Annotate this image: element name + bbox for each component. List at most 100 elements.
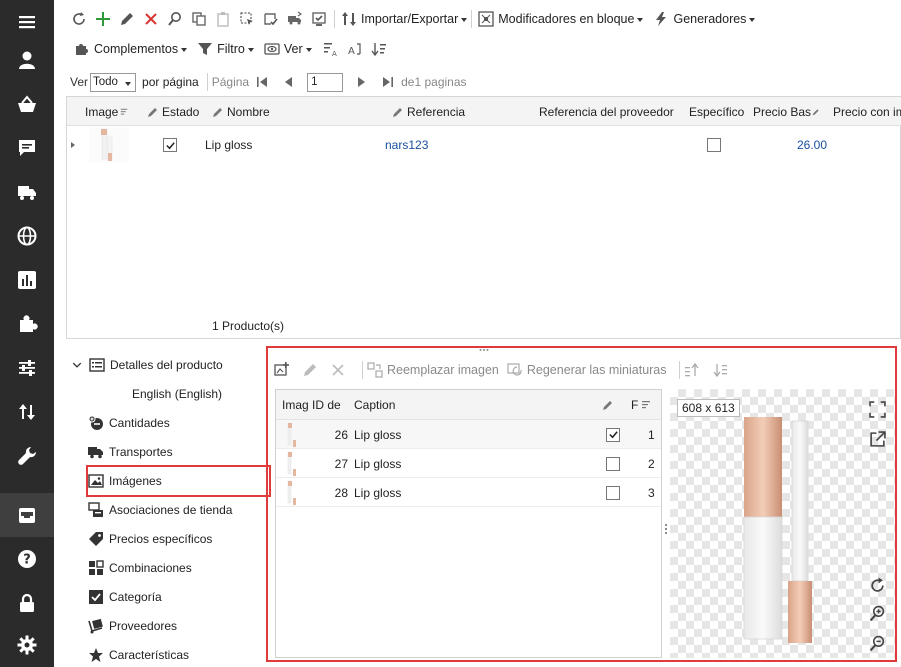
filter-menu[interactable]: Filtro [197,41,254,57]
product-name: Lip gloss [205,138,253,152]
col-id[interactable]: ID de [312,390,346,420]
especifico-checkbox[interactable] [707,126,723,164]
select-icon[interactable] [236,8,258,30]
basket-icon[interactable] [0,82,54,126]
inbox-icon[interactable] [0,493,54,537]
search-icon[interactable] [164,8,186,30]
col-caption-label: Caption [354,398,396,412]
estado-checkbox[interactable] [163,126,179,164]
truck-swap-icon[interactable] [284,8,306,30]
approve-icon[interactable] [308,8,330,30]
tree-item-english[interactable]: English (English) [132,379,222,408]
quantity-icon [88,415,103,430]
delete-image-icon[interactable] [330,362,350,378]
check-list-icon[interactable] [260,8,282,30]
pencil-icon[interactable] [116,8,138,30]
sliders-icon[interactable] [0,346,54,390]
tree-item-proveedores[interactable]: Proveedores [88,611,177,640]
move-up-icon[interactable] [684,362,704,378]
lock-icon[interactable] [0,581,54,625]
add-image-icon[interactable] [274,362,294,378]
image-caption[interactable]: Lip gloss [354,449,474,478]
prev-page-icon[interactable] [281,75,295,89]
addons-menu[interactable]: Complementos [74,41,188,57]
tree-item-transportes[interactable]: Transportes [88,437,173,466]
col-position[interactable]: F [631,390,659,420]
col-caption[interactable]: Caption [354,390,454,420]
zoom-out-icon[interactable] [867,633,887,653]
image-cover-checkbox[interactable] [606,478,622,507]
toolbar-separator [362,361,363,379]
zoom-in-icon[interactable] [867,603,887,623]
tree-item-categoria[interactable]: Categoría [88,582,162,611]
product-name-cell[interactable]: Lip gloss [203,126,383,164]
wrench-icon[interactable] [0,434,54,478]
col-precio-impuesto-label: Precio con im [833,104,901,119]
panel-splitter[interactable] [664,523,668,535]
col-precio-base[interactable]: Precio Bas [753,97,823,126]
image-row[interactable]: 27 Lip gloss 2 [276,449,661,478]
view-menu[interactable]: Ver [264,41,312,57]
truck-icon[interactable] [0,170,54,214]
tree-item-cantidades[interactable]: Cantidades [88,408,170,437]
page-input[interactable]: 1 [307,72,344,92]
tree-item-precios[interactable]: Precios específicos [88,524,212,553]
refresh-icon[interactable] [68,8,90,30]
globe-icon[interactable] [0,214,54,258]
col-precio-impuesto[interactable]: Precio con im [833,97,901,126]
tree-item-combinaciones[interactable]: Combinaciones [88,553,192,582]
splitter-handle[interactable] [479,341,489,351]
image-cover-checkbox[interactable] [606,420,622,449]
bulk-modifiers-menu[interactable]: Modificadores en bloque [478,11,644,27]
table-row[interactable]: Lip gloss nars123 26.00 [67,126,901,164]
copy-icon[interactable] [188,8,210,30]
sort-az-icon[interactable]: A [320,38,342,60]
gear-icon[interactable] [0,623,54,667]
help-icon[interactable]: ? [0,537,54,581]
product-reference-cell[interactable]: nars123 [385,126,525,164]
puzzle-icon[interactable] [0,302,54,346]
chat-icon[interactable] [0,126,54,170]
sort-arrows-icon[interactable] [0,390,54,434]
edit-image-icon[interactable] [302,362,322,378]
col-nombre[interactable]: Nombre [212,97,382,126]
rotate-icon[interactable] [867,575,887,595]
col-referencia[interactable]: Referencia [392,97,532,126]
user-icon[interactable] [0,38,54,82]
col-estado[interactable]: Estado [147,97,207,126]
pencil-icon[interactable] [602,390,618,420]
actual-size-icon[interactable] [867,399,887,419]
last-page-icon[interactable] [381,75,395,89]
add-icon[interactable] [92,8,114,30]
paste-icon[interactable] [212,8,234,30]
import-export-menu[interactable]: Importar/Exportar [341,11,468,27]
tree-item-caracteristicas[interactable]: Características [88,640,189,667]
first-page-icon[interactable] [255,75,269,89]
caption-icon[interactable]: A [344,38,366,60]
regenerate-thumbnails-button[interactable]: Regenerar las miniaturas [507,362,667,378]
image-row[interactable]: 28 Lip gloss 3 [276,478,661,507]
generators-menu[interactable]: Generadores [653,11,756,27]
image-cover-checkbox[interactable] [606,449,622,478]
col-image[interactable]: Image [85,97,133,126]
col-estado-label: Estado [162,104,200,119]
image-caption[interactable]: Lip gloss [354,478,474,507]
image-caption[interactable]: Lip gloss [354,420,474,449]
replace-image-button[interactable]: Reemplazar imagen [367,362,499,378]
image-row[interactable]: 26 Lip gloss 1 [276,420,661,449]
col-especifico[interactable]: Específico [689,97,751,126]
per-page-select[interactable]: Todo [90,72,137,92]
open-external-icon[interactable] [867,429,887,449]
row-expand-icon[interactable] [69,126,79,164]
product-price-cell[interactable]: 26.00 [757,126,827,164]
delete-icon[interactable] [140,8,162,30]
chart-icon[interactable] [0,258,54,302]
col-img[interactable]: Imag [282,390,308,420]
col-ref-proveedor[interactable]: Referencia del proveedor [539,97,689,126]
move-down-icon[interactable] [712,362,732,378]
tree-item-detalles[interactable]: Detalles del producto [72,350,223,379]
tree-item-asociaciones[interactable]: Asociaciones de tienda [88,495,232,524]
image-position: 1 [648,420,660,449]
next-page-icon[interactable] [355,75,369,89]
sort-order-icon[interactable] [368,38,390,60]
